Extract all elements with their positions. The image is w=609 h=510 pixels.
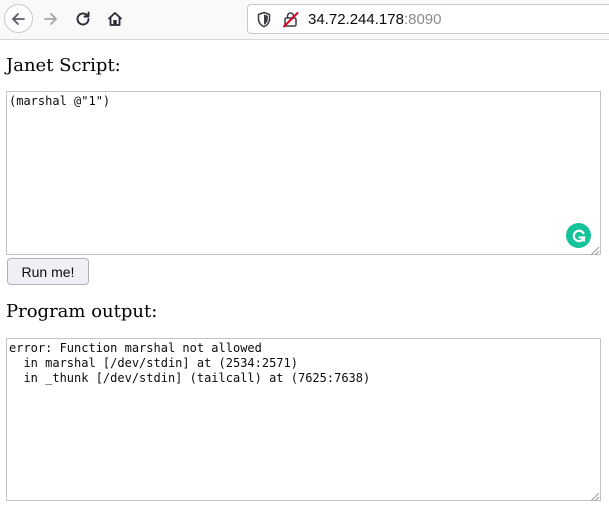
resize-grip-icon[interactable] — [588, 241, 600, 256]
output-line: error: Function marshal not allowed — [9, 341, 262, 355]
resize-grip-icon[interactable] — [588, 487, 600, 502]
output-line: in _thunk [/dev/stdin] (tailcall) at (76… — [9, 371, 371, 385]
url-host: 34.72.244.178 — [308, 11, 404, 28]
output-line: in marshal [/dev/stdin] at (2534:2571) — [9, 356, 298, 370]
address-bar[interactable]: 34.72.244.178:8090 — [247, 4, 609, 34]
reload-icon[interactable] — [69, 5, 97, 33]
shield-icon[interactable] — [256, 11, 272, 32]
back-arrow-icon[interactable] — [4, 5, 32, 33]
program-output[interactable]: error: Function marshal not allowed in m… — [6, 338, 601, 501]
run-button[interactable]: Run me! — [7, 258, 89, 285]
url-text[interactable]: 34.72.244.178:8090 — [308, 11, 441, 28]
script-input[interactable]: (marshal @"1") — [6, 91, 601, 255]
url-port: :8090 — [403, 11, 442, 28]
script-heading: Janet Script: — [6, 55, 121, 76]
forward-arrow-icon[interactable] — [37, 5, 65, 33]
insecure-lock-icon[interactable] — [282, 11, 300, 32]
home-icon[interactable] — [101, 5, 129, 33]
browser-toolbar: 34.72.244.178:8090 — [0, 0, 609, 40]
output-heading: Program output: — [6, 301, 158, 322]
